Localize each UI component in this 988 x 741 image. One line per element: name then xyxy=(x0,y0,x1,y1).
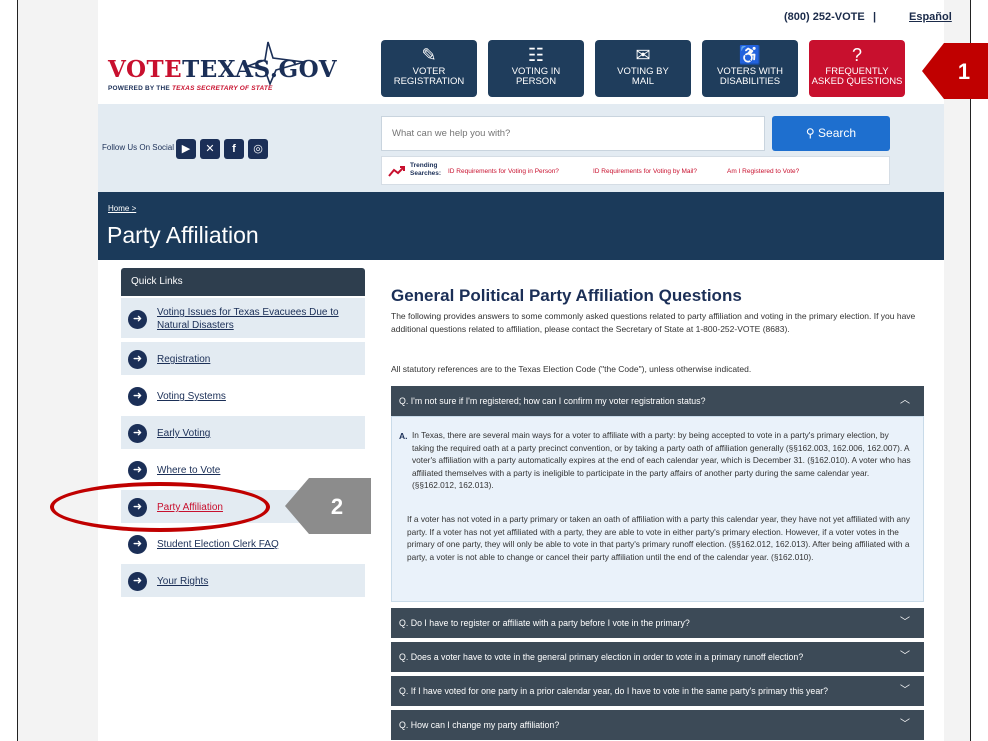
quick-link-label: Registration xyxy=(157,354,211,365)
language-link[interactable]: Español xyxy=(909,11,952,23)
trending-link[interactable]: Am I Registered to Vote? xyxy=(727,168,799,175)
faq-question[interactable]: Q. If I have voted for one party in a pr… xyxy=(391,676,924,706)
arrow-right-icon: ➜ xyxy=(128,461,147,480)
ballot-icon: ☷ xyxy=(527,45,545,65)
accessibility-icon: ♿ xyxy=(738,45,762,65)
arrow-right-icon: ➜ xyxy=(128,387,147,406)
page-title: Party Affiliation xyxy=(107,222,259,248)
facebook-icon[interactable]: f xyxy=(224,139,244,159)
faq-question[interactable]: Q. Do I have to register or affiliate wi… xyxy=(391,608,924,638)
chevron-up-icon: ︿ xyxy=(900,395,910,406)
trending-searches: Trending Searches: ID Requirements for Vo… xyxy=(381,156,890,185)
quick-links-title: Quick Links xyxy=(121,268,365,296)
search-button-label: Search xyxy=(818,126,857,140)
logo-powered: POWERED BY THE xyxy=(108,85,170,92)
answer-paragraph-1: In Texas, there are several main ways fo… xyxy=(412,430,911,491)
trending-icon xyxy=(388,166,405,177)
arrow-right-icon: ➜ xyxy=(128,572,147,591)
nav-label: PERSON xyxy=(515,76,557,87)
faq-question[interactable]: Q. How can I change my party affiliation… xyxy=(391,710,924,740)
x-icon[interactable]: ✕ xyxy=(200,139,220,159)
nav-voting-in-person[interactable]: ☷ VOTING IN PERSON xyxy=(488,40,584,97)
quick-link-label: Your Rights xyxy=(157,576,209,587)
logo[interactable]: VOTETEXAS.GOV POWERED BY THE TEXAS SECRE… xyxy=(108,41,337,92)
trending-label-2: Searches: xyxy=(410,170,442,177)
nav-voter-registration[interactable]: ✎ VOTER REGISTRATION xyxy=(381,40,477,97)
faq-answer: A. In Texas, there are several main ways… xyxy=(391,416,924,602)
quick-link-registration[interactable]: ➜ Registration xyxy=(121,342,365,377)
logo-vote: VOTE xyxy=(108,56,183,83)
section-heading: General Political Party Affiliation Ques… xyxy=(391,286,742,305)
callout-2: 2 xyxy=(285,478,371,534)
star-icon xyxy=(246,41,305,86)
callout-1: 1 xyxy=(922,43,988,99)
quick-link-label: Where to Vote xyxy=(157,465,221,476)
nav-voting-by-mail[interactable]: ✉ VOTING BY MAIL xyxy=(595,40,691,97)
youtube-icon[interactable]: ▶ xyxy=(176,139,196,159)
faq-question[interactable]: Q. Does a voter have to vote in the gene… xyxy=(391,642,924,672)
logo-sos: TEXAS SECRETARY OF STATE xyxy=(171,85,273,92)
trending-link[interactable]: ID Requirements for Voting by Mail? xyxy=(593,168,697,175)
nav-faq[interactable]: ? FREQUENTLY ASKED QUESTIONS xyxy=(809,40,905,97)
answer-label: A. xyxy=(399,431,408,441)
separator: | xyxy=(873,11,877,23)
question-icon: ? xyxy=(851,45,862,65)
nav-label: DISABILITIES xyxy=(719,76,781,87)
quick-link-evacuees[interactable]: ➜ Voting Issues for Texas Evacuees Due t… xyxy=(121,298,365,340)
instagram-icon[interactable]: ◎ xyxy=(248,139,268,159)
arrow-right-icon: ➜ xyxy=(128,310,147,329)
statutory-text: All statutory references are to the Texa… xyxy=(391,364,752,374)
faq-question-text: Q. If I have voted for one party in a pr… xyxy=(399,686,829,696)
mail-icon: ✉ xyxy=(635,45,651,65)
quick-link-early-voting[interactable]: ➜ Early Voting xyxy=(121,416,365,451)
quick-link-label: Student Election Clerk FAQ xyxy=(157,539,279,550)
faq-question-text: Q. How can I change my party affiliation… xyxy=(399,720,560,730)
highlight-oval xyxy=(50,482,270,532)
follow-label: Follow Us On Social xyxy=(102,143,175,152)
callout-2-number: 2 xyxy=(331,494,343,519)
faq-question-text: Q. I'm not sure if I'm registered; how c… xyxy=(399,396,706,406)
arrow-right-icon: ➜ xyxy=(128,535,147,554)
top-bar: (800) 252-VOTE | Español xyxy=(98,0,952,32)
edit-icon: ✎ xyxy=(421,45,437,65)
nav-label: ASKED QUESTIONS xyxy=(811,76,903,87)
faq-question-open[interactable]: Q. I'm not sure if I'm registered; how c… xyxy=(391,386,924,416)
arrow-right-icon: ➜ xyxy=(128,424,147,443)
quick-link-voting-systems[interactable]: ➜ Voting Systems xyxy=(121,379,365,414)
faq-question-text: Q. Does a voter have to vote in the gene… xyxy=(399,652,804,662)
arrow-right-icon: ➜ xyxy=(128,350,147,369)
search-input[interactable] xyxy=(381,116,765,151)
faq-question-text: Q. Do I have to register or affiliate wi… xyxy=(399,618,690,628)
breadcrumb-home[interactable]: Home > xyxy=(108,204,136,213)
chevron-down-icon: ﹀ xyxy=(900,685,910,696)
search-button[interactable]: ⚲ Search xyxy=(772,116,890,151)
quick-link-label: Early Voting xyxy=(157,428,211,439)
sub-header: Follow Us On Social ▶ ✕ f ◎ ⚲ Search Tre… xyxy=(98,104,944,192)
chevron-down-icon: ﹀ xyxy=(900,719,910,730)
trending-link[interactable]: ID Requirements for Voting in Person? xyxy=(448,168,559,175)
quick-link-label: Voting Systems xyxy=(157,391,226,402)
nav-voters-with-disabilities[interactable]: ♿ VOTERS WITH DISABILITIES xyxy=(702,40,798,97)
phone-link[interactable]: (800) 252-VOTE xyxy=(784,11,865,23)
nav-label: REGISTRATION xyxy=(393,76,465,87)
chevron-down-icon: ﹀ xyxy=(900,617,910,628)
quick-link-your-rights[interactable]: ➜ Your Rights xyxy=(121,564,365,599)
answer-paragraph-2: If a voter has not voted in a party prim… xyxy=(407,514,910,562)
chevron-down-icon: ﹀ xyxy=(900,651,910,662)
callout-1-number: 1 xyxy=(958,59,970,84)
quick-link-label: Voting Issues for Texas Evacuees Due to … xyxy=(157,307,339,331)
page: (800) 252-VOTE | Español VOTETEXAS.GOV P… xyxy=(98,0,952,741)
trending-label: Trending xyxy=(410,162,438,169)
browser-frame: (800) 252-VOTE | Español VOTETEXAS.GOV P… xyxy=(17,0,971,741)
intro-text: The following provides answers to some c… xyxy=(391,311,916,334)
search-icon: ⚲ xyxy=(805,126,815,140)
page-banner: Home > Party Affiliation xyxy=(98,192,944,260)
header: VOTETEXAS.GOV POWERED BY THE TEXAS SECRE… xyxy=(98,32,944,104)
nav-label: MAIL xyxy=(631,76,655,87)
